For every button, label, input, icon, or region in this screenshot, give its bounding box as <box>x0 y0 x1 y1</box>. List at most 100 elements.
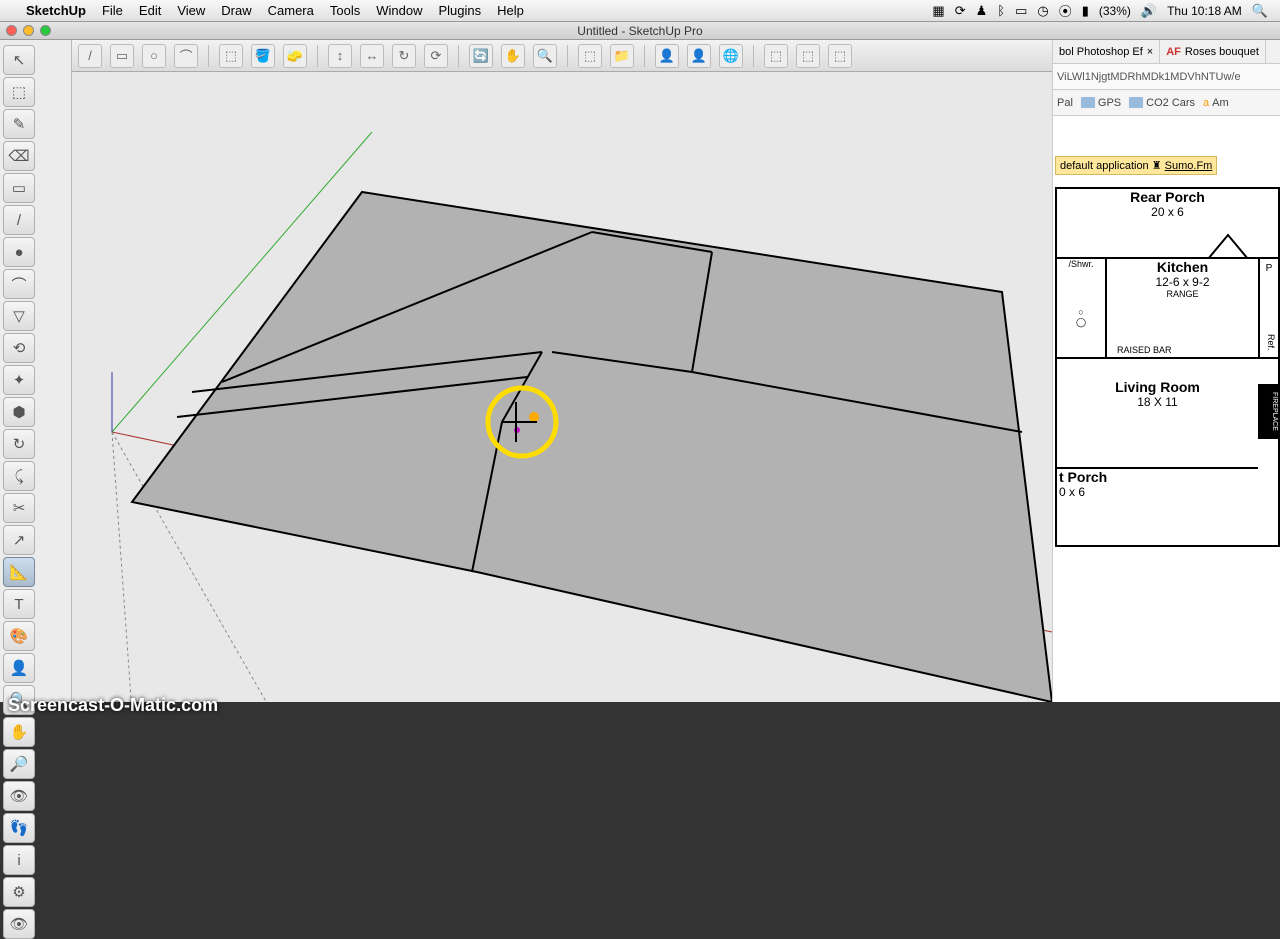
menulet-icon[interactable]: ♟ <box>976 3 988 19</box>
hbtn-zoom[interactable]: 🔍 <box>533 44 557 68</box>
hbtn-getmodels[interactable]: ⬚ <box>578 44 602 68</box>
dim-living: 18 X 11 <box>1057 395 1258 409</box>
tool-polygon[interactable]: ▽ <box>3 301 35 331</box>
hbtn-erase[interactable]: 🧽 <box>283 44 307 68</box>
menu-view[interactable]: View <box>177 3 205 18</box>
menu-help[interactable]: Help <box>497 3 524 18</box>
hbtn-orbit[interactable]: 🔄 <box>469 44 493 68</box>
hbtn-ext1[interactable]: ⬚ <box>764 44 788 68</box>
hbtn-paint[interactable]: 🪣 <box>251 44 275 68</box>
battery-percent: (33%) <box>1099 4 1131 18</box>
bookmark-gps[interactable]: GPS <box>1081 97 1121 109</box>
hbtn-followme[interactable]: ⟳ <box>424 44 448 68</box>
room-front-porch: t Porch <box>1057 469 1278 485</box>
default-app-notice[interactable]: default application ♜ Sumo.Fm <box>1055 156 1217 175</box>
menu-camera[interactable]: Camera <box>268 3 314 18</box>
label-range: RANGE <box>1107 289 1258 299</box>
hbtn-arc[interactable]: ⌒ <box>174 44 198 68</box>
hbtn-move[interactable]: ↕ <box>328 44 352 68</box>
menu-file[interactable]: File <box>102 3 123 18</box>
tool-offset[interactable]: ⤹ <box>3 461 35 491</box>
tool-move[interactable]: ✦ <box>3 365 35 395</box>
hbtn-ext3[interactable]: ⬚ <box>828 44 852 68</box>
tool-axes[interactable]: 👤 <box>3 653 35 683</box>
menu-tools[interactable]: Tools <box>330 3 360 18</box>
tool-walk[interactable]: 👣 <box>3 813 35 843</box>
window-titlebar: Untitled - SketchUp Pro <box>0 22 1280 40</box>
tool-select[interactable]: ↖ <box>3 45 35 75</box>
bluetooth-icon[interactable]: ᛒ <box>997 3 1005 18</box>
tool-protractor[interactable]: 📐 <box>3 557 35 587</box>
menu-window[interactable]: Window <box>376 3 422 18</box>
hbtn-rect[interactable]: ▭ <box>110 44 134 68</box>
tool-rectangle[interactable]: ▭ <box>3 173 35 203</box>
tool-followme[interactable]: ⟲ <box>3 333 35 363</box>
close-icon[interactable]: × <box>1147 46 1153 58</box>
url-bar[interactable]: ViLWl1NjgtMDRhMDk1MDVhNTUw/e <box>1053 64 1280 90</box>
tool-tape[interactable]: ↗ <box>3 525 35 555</box>
tool-zoom[interactable]: 🔎 <box>3 749 35 779</box>
hbtn-ext2[interactable]: ⬚ <box>796 44 820 68</box>
room-rear-porch: Rear Porch <box>1057 189 1278 205</box>
hbtn-make[interactable]: ⬚ <box>219 44 243 68</box>
minimize-button[interactable] <box>23 25 34 36</box>
screenshare-icon[interactable]: ▦ <box>932 3 944 19</box>
tool-paint[interactable]: 🎨 <box>3 621 35 651</box>
timemachine-icon[interactable]: ◷ <box>1037 3 1048 19</box>
spotlight-icon[interactable]: 🔍 <box>1252 3 1268 19</box>
menu-plugins[interactable]: Plugins <box>438 3 481 18</box>
hbtn-pan[interactable]: ✋ <box>501 44 525 68</box>
hbtn-share[interactable]: 📁 <box>610 44 634 68</box>
tool-eraser[interactable]: ⌫ <box>3 141 35 171</box>
tool-position[interactable]: 👁 <box>3 909 35 939</box>
sync-icon[interactable]: ⟳ <box>955 3 966 19</box>
tool-text[interactable]: T <box>3 589 35 619</box>
zoom-button[interactable] <box>40 25 51 36</box>
tool-scale[interactable]: ✂ <box>3 493 35 523</box>
menu-draw[interactable]: Draw <box>221 3 251 18</box>
tool-zoomextents[interactable]: 👁 <box>3 781 35 811</box>
tool-freehand[interactable]: / <box>3 205 35 235</box>
bookmark-amazon[interactable]: aAm <box>1203 97 1229 109</box>
tool-line[interactable]: ✎ <box>3 109 35 139</box>
hbtn-rotate[interactable]: ↻ <box>392 44 416 68</box>
bookmarks-bar: Pal GPS CO2 Cars aAm <box>1053 90 1280 116</box>
toolbox: ↖ ⬚ ✎ ⌫ ▭ / ● ⌒ ▽ ⟲ ✦ ⬢ ↻ ⤹ ✂ ↗ 📐 T 🎨 👤 … <box>0 40 72 702</box>
tool-lookaround[interactable]: i <box>3 845 35 875</box>
wifi-icon[interactable]: ⦿ <box>1059 1 1072 20</box>
browser-tab-2[interactable]: AFRoses bouquet <box>1160 40 1266 63</box>
hbtn-push[interactable]: ↔ <box>360 44 384 68</box>
3d-canvas[interactable] <box>72 72 1052 702</box>
hbtn-geo[interactable]: 🌐 <box>719 44 743 68</box>
tool-arc[interactable]: ⌒ <box>3 269 35 299</box>
menu-edit[interactable]: Edit <box>139 3 161 18</box>
battery-icon[interactable]: ▮ <box>1082 3 1089 19</box>
close-button[interactable] <box>6 25 17 36</box>
tool-component[interactable]: ⬚ <box>3 77 35 107</box>
tool-pan[interactable]: ✋ <box>3 717 35 747</box>
tool-pushpull[interactable]: ⬢ <box>3 397 35 427</box>
hbtn-circle[interactable]: ○ <box>142 44 166 68</box>
label-p: P <box>1260 263 1278 274</box>
display-icon[interactable]: ▭ <box>1015 3 1027 19</box>
menubar-right: ▦ ⟳ ♟ ᛒ ▭ ◷ ⦿ ▮ (33%) 🔊 Thu 10:18 AM 🔍 <box>932 1 1268 20</box>
bookmark-pal[interactable]: Pal <box>1057 97 1073 109</box>
volume-icon[interactable]: 🔊 <box>1141 3 1157 19</box>
bookmark-co2[interactable]: CO2 Cars <box>1129 97 1195 109</box>
app-name[interactable]: SketchUp <box>26 3 86 18</box>
mac-menubar: SketchUp File Edit View Draw Camera Tool… <box>0 0 1280 22</box>
dim-front-porch: 0 x 6 <box>1057 485 1278 499</box>
room-living: Living Room <box>1057 379 1258 395</box>
room-shower: /Shwr. <box>1057 259 1105 269</box>
browser-tab-1[interactable]: bol Photoshop Ef× <box>1053 40 1160 63</box>
clock[interactable]: Thu 10:18 AM <box>1167 4 1242 18</box>
label-fireplace: FIREPLACE <box>1258 384 1280 439</box>
hbtn-line[interactable]: / <box>78 44 102 68</box>
hbtn-person1[interactable]: 👤 <box>655 44 679 68</box>
tool-section[interactable]: ⚙ <box>3 877 35 907</box>
window-title: Untitled - SketchUp Pro <box>577 24 702 38</box>
label-ref: Ref. <box>1266 334 1276 351</box>
hbtn-person2[interactable]: 👤 <box>687 44 711 68</box>
tool-rotate[interactable]: ↻ <box>3 429 35 459</box>
tool-circle[interactable]: ● <box>3 237 35 267</box>
